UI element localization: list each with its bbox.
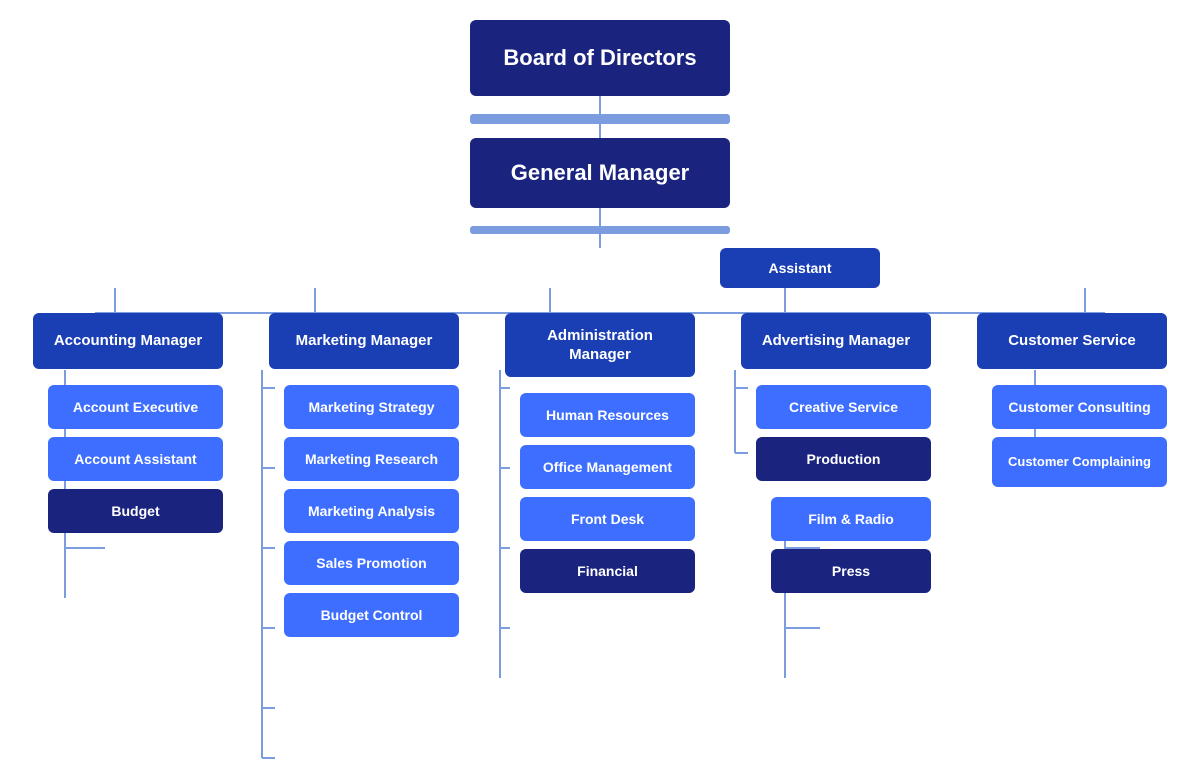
administration-branch: Administration Manager Human Resources O… xyxy=(495,288,705,593)
v-connector-4 xyxy=(599,234,601,248)
advertising-branch: Advertising Manager Creative Service Pro… xyxy=(731,288,941,593)
budget-node: Budget xyxy=(48,489,223,533)
board-row: Board of Directors xyxy=(470,20,730,96)
human-resources-node: Human Resources xyxy=(520,393,695,437)
administration-children: Human Resources Office Management Front … xyxy=(495,385,705,593)
production-group: Production Film & Radio Press xyxy=(731,429,931,593)
ribbon-1 xyxy=(470,114,730,124)
account-assistant-node: Account Assistant xyxy=(48,437,223,481)
assistant-row: Assistant xyxy=(720,248,880,288)
customer-service-node: Customer Service xyxy=(977,313,1167,369)
assistant-node: Assistant xyxy=(720,248,880,288)
v-connector-2 xyxy=(599,124,601,138)
marketing-strategy-node: Marketing Strategy xyxy=(284,385,459,429)
board-node: Board of Directors xyxy=(470,20,730,96)
v-connector-3 xyxy=(599,208,601,226)
accounting-children: Account Executive Account Assistant Budg… xyxy=(23,377,233,533)
customer-consulting-node: Customer Consulting xyxy=(992,385,1167,429)
marketing-research-node: Marketing Research xyxy=(284,437,459,481)
front-desk-node: Front Desk xyxy=(520,497,695,541)
production-children: Film & Radio Press xyxy=(741,489,931,593)
v-connector-1 xyxy=(599,96,601,114)
general-node: General Manager xyxy=(470,138,730,208)
top-section: Board of Directors General Manager Assis… xyxy=(10,20,1190,288)
budget-control-node: Budget Control xyxy=(284,593,459,637)
account-executive-node: Account Executive xyxy=(48,385,223,429)
film-radio-node: Film & Radio xyxy=(771,497,931,541)
financial-node: Financial xyxy=(520,549,695,593)
main-layout: Accounting Manager Account Executive Acc… xyxy=(10,288,1190,637)
customer-service-branch: Customer Service Customer Consulting Cus… xyxy=(967,288,1177,487)
production-node: Production xyxy=(756,437,931,481)
general-row: General Manager xyxy=(470,138,730,208)
assistant-branch: Assistant xyxy=(720,248,880,288)
advertising-children: Creative Service Production Film & Radio… xyxy=(731,377,941,593)
marketing-children: Marketing Strategy Marketing Research Ma… xyxy=(259,377,469,637)
administration-manager-node: Administration Manager xyxy=(505,313,695,377)
manager-columns: Accounting Manager Account Executive Acc… xyxy=(10,288,1190,637)
marketing-manager-node: Marketing Manager xyxy=(269,313,459,369)
ribbon-2 xyxy=(470,226,730,234)
advertising-manager-node: Advertising Manager xyxy=(741,313,931,369)
assistant-area: Assistant xyxy=(20,248,1180,288)
customer-complaining-node: Customer Complaining xyxy=(992,437,1167,487)
customer-service-children: Customer Consulting Customer Complaining xyxy=(967,377,1177,487)
marketing-analysis-node: Marketing Analysis xyxy=(284,489,459,533)
marketing-branch: Marketing Manager Marketing Strategy Mar… xyxy=(259,288,469,637)
creative-service-node: Creative Service xyxy=(756,385,931,429)
sales-promotion-node: Sales Promotion xyxy=(284,541,459,585)
press-node: Press xyxy=(771,549,931,593)
accounting-branch: Accounting Manager Account Executive Acc… xyxy=(23,288,233,533)
office-management-node: Office Management xyxy=(520,445,695,489)
accounting-manager-node: Accounting Manager xyxy=(33,313,223,369)
org-chart: Board of Directors General Manager Assis… xyxy=(0,0,1200,657)
